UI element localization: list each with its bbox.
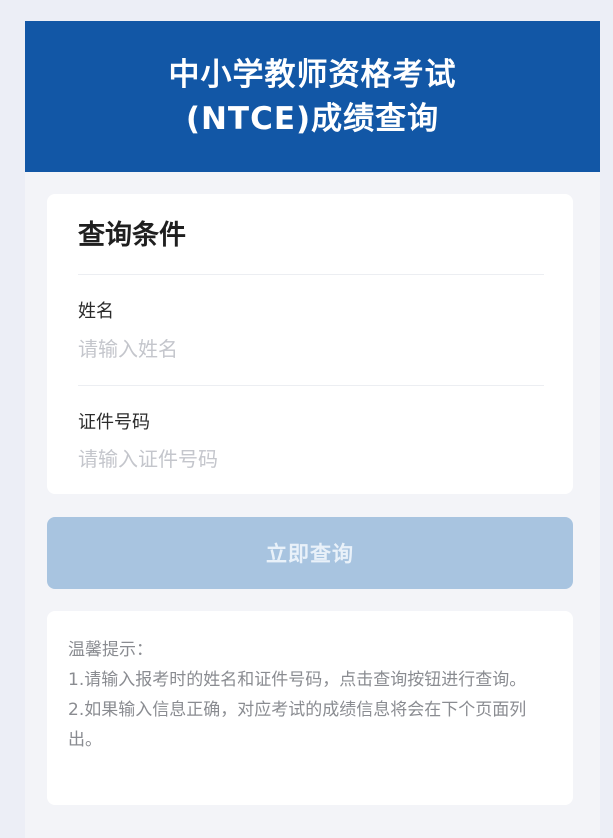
page-header: 中小学教师资格考试 (NTCE)成绩查询 [25,21,600,172]
name-label: 姓名 [78,301,114,322]
page-container: 中小学教师资格考试 (NTCE)成绩查询 查询条件 姓名 证件号码 立即查询 温… [25,21,600,838]
tips-card: 温馨提示： 1.请输入报考时的姓名和证件号码，点击查询按钮进行查询。 2.如果输… [47,611,573,805]
page-title-line-1: 中小学教师资格考试 [168,56,457,93]
page-title-line-2: (NTCE)成绩查询 [185,100,440,137]
query-section-title: 查询条件 [78,220,186,251]
tips-text: 温馨提示： 1.请输入报考时的姓名和证件号码，点击查询按钮进行查询。 2.如果输… [68,635,558,755]
tips-heading: 温馨提示： [68,640,153,660]
name-input[interactable] [78,331,544,367]
tips-line-1: 1.请输入报考时的姓名和证件号码，点击查询按钮进行查询。 [68,670,527,690]
id-number-input[interactable] [78,441,544,477]
title-divider [78,274,544,275]
query-form-card: 查询条件 姓名 证件号码 [47,194,573,494]
id-number-label: 证件号码 [78,412,150,433]
tips-line-2: 2.如果输入信息正确，对应考试的成绩信息将会在下个页面列出。 [68,700,527,750]
field-divider [78,385,544,386]
submit-query-button[interactable]: 立即查询 [47,517,573,589]
